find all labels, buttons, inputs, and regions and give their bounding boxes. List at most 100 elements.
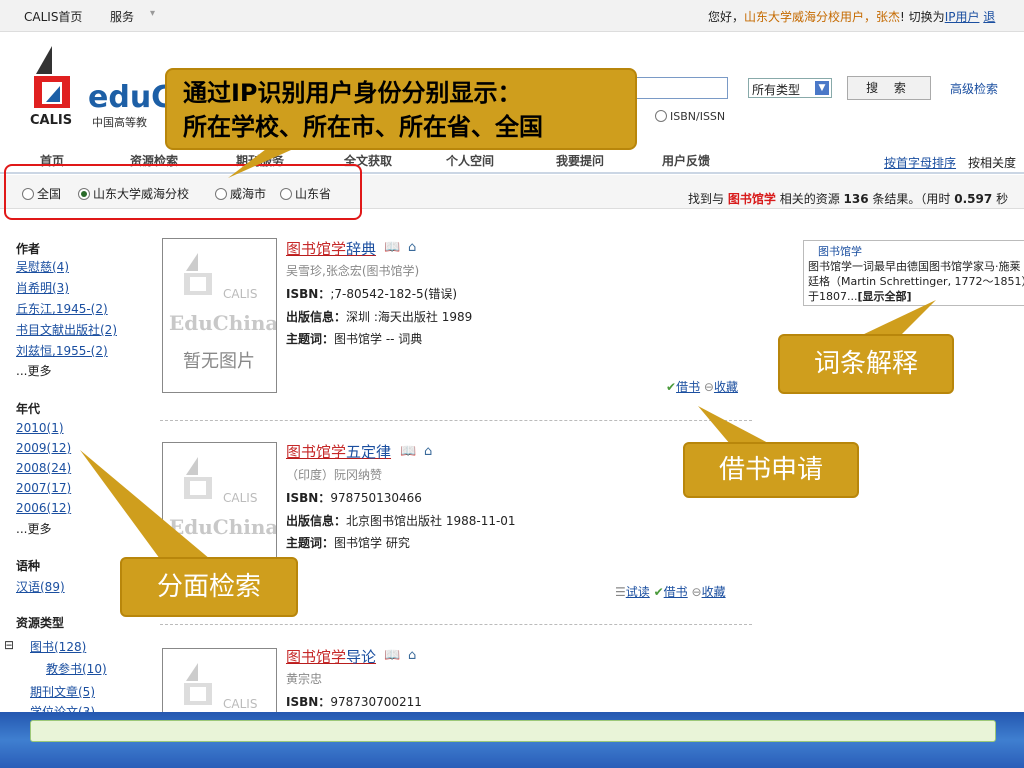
sort-alpha-link[interactable]: 按首字母排序 [884, 156, 956, 170]
service-menu[interactable]: 服务 [110, 8, 134, 25]
home-icon[interactable]: ⌂ [424, 444, 432, 459]
title-rest: 导论 [346, 648, 377, 666]
preview-link[interactable]: 试读 [626, 585, 650, 599]
logout-link[interactable]: 退 [983, 10, 995, 24]
facet-item[interactable]: 汉语(89) [16, 578, 65, 595]
resource-type-value: 所有类型 [752, 83, 801, 97]
callout-borrow-pointer [698, 406, 770, 444]
book-icon[interactable]: 📖 [400, 444, 416, 459]
nav-personal-space[interactable]: 个人空间 [446, 152, 494, 169]
nav-feedback[interactable]: 用户反馈 [662, 152, 710, 169]
user-greeting: 您好，山东大学威海分校用户，张杰! 切换为IP用户 退 [708, 8, 995, 25]
search-button[interactable]: 搜 索 [847, 76, 931, 100]
title-keyword: 图书馆学 [286, 648, 347, 666]
callout-definition: 词条解释 [778, 334, 954, 394]
user-name: 张杰 [876, 10, 901, 24]
result-title-link[interactable]: 图书馆学五定律 [286, 441, 391, 462]
facet-item[interactable]: 2009(12) [16, 441, 71, 455]
folder-icon: ⊖ [703, 380, 714, 394]
favorite-link[interactable]: 收藏 [702, 585, 726, 599]
facet-item[interactable]: 图书(128) [30, 638, 86, 655]
switch-ip-user-link[interactable]: IP用户 [945, 10, 980, 24]
favorite-link[interactable]: 收藏 [714, 380, 738, 394]
title-rest: 辞典 [346, 240, 377, 258]
facet-item[interactable]: 2006(12) [16, 501, 71, 515]
facet-more-link[interactable]: ...更多 [16, 520, 51, 537]
subj-value: 图书馆学 研究 [334, 536, 410, 550]
title-keyword: 图书馆学 [286, 443, 347, 461]
top-bar: CALIS首页 服务 ▾ 您好，山东大学威海分校用户，张杰! 切换为IP用户 退 [0, 0, 1024, 32]
logo-calis-text: CALIS [30, 113, 73, 128]
book-icon[interactable]: 📖 [384, 240, 400, 255]
definition-body: 图书馆学一词最早由德国图书馆学家马·施莱廷格（Martin Schretting… [808, 260, 1024, 303]
book-cover-placeholder[interactable]: CALIS EduChina 暂无图片 [162, 238, 277, 393]
isbn-label: ISBN： [286, 695, 331, 709]
book-icon[interactable]: 📖 [384, 648, 400, 663]
facet-item[interactable]: 期刊文章(5) [30, 683, 95, 700]
facet-item[interactable]: 2010(1) [16, 421, 64, 435]
result-title-link[interactable]: 图书馆学导论 [286, 646, 376, 667]
subj-label: 主题词： [286, 332, 335, 346]
isbn-radio[interactable]: ISBN/ISSN [655, 110, 725, 123]
thumb-edu-text: EduChina [169, 311, 277, 335]
thumb-calis-text: CALIS [223, 697, 258, 711]
callout-ip-line2: 所在学校、所在市、所在省、全国 [183, 113, 543, 141]
facet-item[interactable]: 刘兹恒,1955-(2) [16, 342, 108, 359]
result-divider [160, 624, 752, 625]
results-time: 0.597 [954, 192, 993, 206]
isbn-value: 978730700211 [330, 695, 422, 709]
results-trail: 秒 [996, 192, 1009, 206]
home-icon[interactable]: ⌂ [408, 240, 416, 255]
home-icon[interactable]: ⌂ [408, 648, 416, 663]
chevron-down-icon[interactable]: ▾ [150, 8, 155, 19]
tree-collapse-icon[interactable]: ⊟ [4, 638, 14, 652]
facet-title-language: 语种 [16, 559, 41, 573]
thumb-calis-text: CALIS [223, 491, 258, 505]
facet-item[interactable]: 2007(17) [16, 481, 71, 495]
definition-box: 图书馆学 图书馆学一词最早由德国图书馆学家马·施莱廷格（Martin Schre… [803, 240, 1024, 306]
folder-icon: ⊖ [691, 585, 702, 599]
result-actions: ✔借书 ⊖收藏 [666, 378, 738, 395]
resource-type-select[interactable]: 所有类型 ▼ [748, 78, 832, 98]
calis-logo-icon [184, 457, 212, 499]
nav-ask-question[interactable]: 我要提问 [556, 152, 604, 169]
pub-value: 北京图书馆出版社 1988-11-01 [346, 514, 516, 528]
borrow-link[interactable]: 借书 [664, 585, 688, 599]
calis-home-link[interactable]: CALIS首页 [24, 8, 82, 25]
result-divider [160, 420, 752, 421]
result-title-link[interactable]: 图书馆学辞典 [286, 238, 376, 259]
search-input[interactable] [628, 77, 728, 99]
advanced-search-link[interactable]: 高级检索 [950, 80, 998, 97]
callout-ip-scope: 通过IP识别用户身份分别显示： 所在学校、所在市、所在省、全国 [165, 68, 637, 150]
thumb-calis-text: CALIS [223, 287, 258, 301]
pub-label: 出版信息： [286, 310, 347, 324]
definition-text: 图书馆学一词最早由德国图书馆学家马·施莱廷格（Martin Schretting… [808, 259, 1024, 304]
definition-title[interactable]: 图书馆学 [808, 243, 1024, 259]
result-subject: 主题词：图书馆学 -- 词典 [286, 330, 422, 347]
subj-label: 主题词： [286, 536, 335, 550]
facet-item[interactable]: 2008(24) [16, 461, 71, 475]
result-isbn: ISBN：978730700211 [286, 693, 422, 710]
facet-item[interactable]: 吴慰慈(4) [16, 258, 69, 275]
scope-highlight-box [4, 164, 362, 220]
subj-value: 图书馆学 -- 词典 [334, 332, 423, 346]
slide-footer-bar [30, 720, 996, 742]
calis-logo-icon [184, 253, 212, 295]
sort-relevance[interactable]: 按相关度 [968, 156, 1016, 170]
facet-item[interactable]: 教参书(10) [46, 660, 107, 677]
show-all-link[interactable]: [显示全部] [857, 290, 911, 303]
calis-logo-icon [184, 663, 212, 705]
facet-item[interactable]: 丘东江,1945-(2) [16, 300, 108, 317]
book-cover-placeholder[interactable]: CALIS [162, 648, 277, 714]
callout-facet: 分面检索 [120, 557, 298, 617]
user-unit: 山东大学威海分校用户， [744, 10, 877, 24]
result-publication: 出版信息：北京图书馆出版社 1988-11-01 [286, 512, 516, 529]
check-icon: ✔ [653, 585, 664, 599]
facet-more-link[interactable]: ...更多 [16, 362, 51, 379]
facet-item[interactable]: 书目文献出版社(2) [16, 321, 117, 338]
results-prefix: 找到与 [688, 192, 725, 206]
radio-icon [655, 110, 667, 122]
facet-item[interactable]: 肖希明(3) [16, 279, 69, 296]
callout-ip-line1: 通过IP识别用户身份分别显示： [183, 79, 522, 107]
borrow-link[interactable]: 借书 [676, 380, 700, 394]
